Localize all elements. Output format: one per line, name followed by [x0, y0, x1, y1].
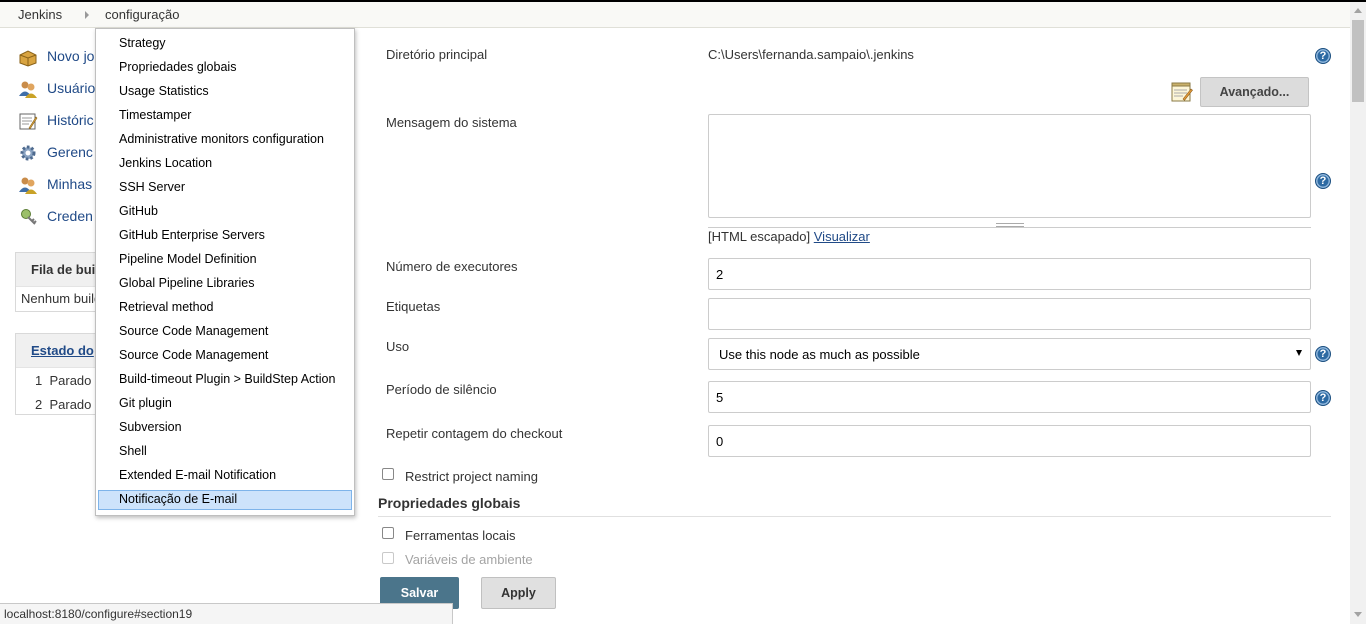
new-item-icon: [19, 50, 37, 67]
scroll-up-icon[interactable]: [1354, 8, 1362, 13]
build-queue-panel: Fila de bui Nenhum build: [15, 252, 105, 312]
gear-icon: [20, 145, 36, 161]
section-navigation-menu: Strategy Propriedades globais Usage Stat…: [95, 28, 355, 516]
breadcrumb-arrow-icon: [85, 11, 89, 19]
dropdown-arrow-icon: [1296, 350, 1302, 356]
system-message-textarea[interactable]: [708, 114, 1311, 218]
checkout-retry-input[interactable]: 0: [708, 425, 1311, 457]
menu-item-pipeline-model[interactable]: Pipeline Model Definition: [98, 250, 352, 270]
users-icon: [19, 177, 37, 194]
sidebar-item-label: Históric: [47, 112, 94, 128]
restrict-naming-label: Restrict project naming: [405, 469, 538, 484]
usage-select[interactable]: Use this node as much as possible: [708, 338, 1311, 370]
vertical-scrollbar[interactable]: [1350, 2, 1366, 624]
executor-status-title[interactable]: Estado do: [31, 343, 94, 358]
apply-button[interactable]: Apply: [481, 577, 556, 609]
menu-item-usage-statistics[interactable]: Usage Statistics: [98, 82, 352, 102]
help-icon[interactable]: ?: [1315, 48, 1331, 64]
menu-item-git-plugin[interactable]: Git plugin: [98, 394, 352, 414]
menu-item-github[interactable]: GitHub: [98, 202, 352, 222]
credentials-icon: [21, 209, 37, 225]
sidebar-item-label: Minhas: [47, 176, 93, 192]
env-vars-checkbox[interactable]: [382, 552, 394, 564]
build-queue-empty-text: Nenhum build: [21, 291, 102, 306]
menu-item-admin-monitors[interactable]: Administrative monitors configuration: [98, 130, 352, 150]
textarea-resize-handle[interactable]: [708, 220, 1311, 228]
sidebar-item-label: Creden: [47, 208, 93, 224]
scroll-down-icon[interactable]: [1354, 612, 1362, 617]
env-vars-label: Variáveis de ambiente: [405, 552, 533, 566]
scrollbar-thumb[interactable]: [1352, 20, 1364, 102]
help-icon[interactable]: ?: [1315, 346, 1331, 362]
history-icon: [19, 113, 38, 130]
breadcrumb-jenkins[interactable]: Jenkins: [18, 7, 62, 22]
html-escaped-note: [HTML escapado] Visualizar: [708, 229, 870, 244]
labels-input[interactable]: [708, 298, 1311, 330]
sidebar-item-label: Usuário: [47, 80, 96, 96]
executors-label: Número de executores: [386, 259, 518, 274]
quiet-period-input[interactable]: 5: [708, 381, 1311, 413]
menu-item-global-properties[interactable]: Propriedades globais: [98, 58, 352, 78]
sidebar-item-label: Gerenc: [47, 144, 93, 160]
tools-checkbox[interactable]: [382, 527, 394, 539]
menu-item-email-notification[interactable]: Notificação de E-mail: [98, 490, 352, 510]
menu-item-retrieval-method[interactable]: Retrieval method: [98, 298, 352, 318]
menu-item-ssh-server[interactable]: SSH Server: [98, 178, 352, 198]
usage-selected-value: Use this node as much as possible: [719, 347, 920, 362]
menu-item-github-enterprise[interactable]: GitHub Enterprise Servers: [98, 226, 352, 246]
home-dir-label: Diretório principal: [386, 47, 488, 62]
global-properties-title: Propriedades globais: [378, 495, 521, 511]
menu-item-pipeline-libraries[interactable]: Global Pipeline Libraries: [98, 274, 352, 294]
menu-item-shell[interactable]: Shell: [98, 442, 352, 462]
quiet-period-label: Período de silêncio: [386, 382, 497, 397]
menu-item-build-timeout[interactable]: Build-timeout Plugin > BuildStep Action: [98, 370, 352, 390]
executor-row: 1 Parado: [35, 373, 92, 388]
home-dir-value: C:\Users\fernanda.sampaio\.jenkins: [708, 47, 914, 62]
executor-row: 2 Parado: [35, 397, 92, 412]
build-queue-title[interactable]: Fila de bui: [16, 253, 104, 287]
notepad-icon[interactable]: [1171, 82, 1193, 102]
labels-label: Etiquetas: [386, 299, 441, 314]
env-vars-row: Variáveis de ambiente: [378, 550, 978, 566]
menu-item-scm[interactable]: Source Code Management: [98, 322, 352, 342]
menu-item-extended-email[interactable]: Extended E-mail Notification: [98, 466, 352, 486]
advanced-button[interactable]: Avançado...: [1200, 77, 1309, 107]
menu-item-scm[interactable]: Source Code Management: [98, 346, 352, 366]
menu-item-subversion[interactable]: Subversion: [98, 418, 352, 438]
preview-link[interactable]: Visualizar: [814, 229, 870, 244]
restrict-naming-checkbox[interactable]: [382, 468, 394, 480]
checkout-retry-label: Repetir contagem do checkout: [386, 426, 563, 441]
executors-input[interactable]: 2: [708, 258, 1311, 290]
breadcrumb: Jenkins configuração: [0, 2, 1350, 28]
executor-status-panel: Estado do 1 Parado 2 Parado: [15, 333, 105, 415]
users-icon: [19, 81, 37, 98]
help-icon[interactable]: ?: [1315, 390, 1331, 406]
breadcrumb-configuracao[interactable]: configuração: [105, 7, 179, 22]
menu-item-strategy[interactable]: Strategy: [98, 34, 352, 54]
help-icon[interactable]: ?: [1315, 173, 1331, 189]
system-message-label: Mensagem do sistema: [386, 115, 517, 130]
menu-item-jenkins-location[interactable]: Jenkins Location: [98, 154, 352, 174]
menu-item-timestamper[interactable]: Timestamper: [98, 106, 352, 126]
browser-status-bar: localhost:8180/configure#section19: [0, 603, 453, 624]
tools-label: Ferramentas locais: [405, 528, 516, 543]
sidebar-item-label: Novo jo: [47, 48, 95, 64]
section-divider: [378, 516, 1331, 517]
usage-label: Uso: [386, 339, 410, 354]
